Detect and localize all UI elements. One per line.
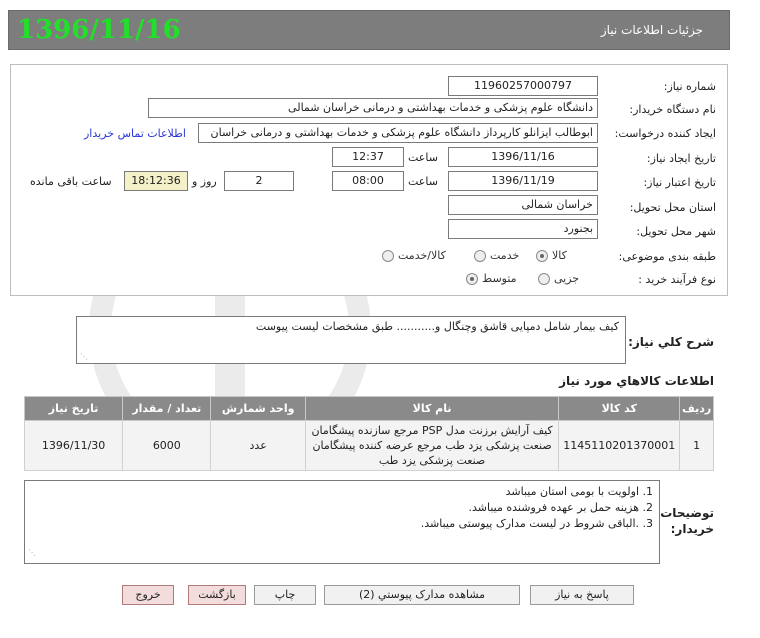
summary-text: کیف بیمار شامل دمپایی قاشق وچنگال و.....… bbox=[255, 320, 619, 333]
note-line: 3. .الباقی شروط در لیست مدارک پیوستی میب… bbox=[420, 517, 653, 530]
cell-name: کیف آرایش برزنت مدل PSP مرجع سازنده پیشگ… bbox=[304, 420, 560, 471]
back-button[interactable]: بازگشت bbox=[188, 585, 246, 605]
category-label: طبقه بندی موضوعی: bbox=[618, 250, 716, 263]
valid-date-field[interactable]: 1396/11/19 bbox=[448, 171, 598, 191]
radio-off-icon[interactable] bbox=[382, 249, 394, 262]
created-date-field[interactable]: 1396/11/16 bbox=[448, 147, 598, 167]
category-option-service-label: خدمت bbox=[490, 249, 520, 262]
process-label: نوع فرآیند خرید : bbox=[638, 273, 716, 286]
requester-field[interactable]: ابوطالب ایزانلو کارپرداز دانشگاه علوم پز… bbox=[198, 123, 598, 143]
items-header-row: رديف کد کالا نام کالا واحد شمارش تعداد /… bbox=[23, 396, 714, 421]
process-option-minor-label: جزیی bbox=[554, 272, 580, 285]
buyer-contact-link[interactable]: اطلاعات تماس خریدار bbox=[84, 127, 186, 140]
notes-label-line2: خریدار: bbox=[670, 522, 714, 536]
created-date-label: تاریخ ایجاد نیاز: bbox=[646, 152, 716, 165]
note-line: 2. هزینه حمل بر عهده فروشنده میباشد. bbox=[468, 501, 654, 514]
remaining-label: ساعت باقی مانده bbox=[30, 175, 112, 188]
print-button[interactable]: چاپ bbox=[254, 585, 316, 605]
buyer-label: نام دستگاه خریدار: bbox=[629, 103, 716, 116]
days-label: روز و bbox=[192, 175, 217, 188]
header-date: 1396/11/16 bbox=[17, 15, 181, 45]
resize-grip-icon[interactable]: ⋰ bbox=[28, 545, 36, 561]
table-row[interactable]: 1 1145110201370001 کیف آرایش برزنت مدل P… bbox=[23, 420, 714, 471]
radio-on-icon[interactable] bbox=[536, 249, 548, 262]
summary-label: شرح کلي نياز: bbox=[628, 335, 714, 349]
note-line: 1. اولویت با بومی استان میباشد bbox=[505, 485, 653, 498]
cell-qty: 6000 bbox=[122, 420, 212, 471]
cell-code: 1145110201370001 bbox=[558, 420, 681, 471]
items-table: رديف کد کالا نام کالا واحد شمارش تعداد /… bbox=[23, 396, 714, 471]
col-code: کد کالا bbox=[558, 396, 681, 421]
exit-button[interactable]: خروج bbox=[122, 585, 174, 605]
cell-unit: عدد bbox=[210, 420, 306, 471]
remaining-days-field[interactable]: 2 bbox=[224, 171, 294, 191]
need-number-field[interactable]: 11960257000797 bbox=[448, 76, 598, 96]
process-option-minor[interactable]: جزیی bbox=[538, 272, 579, 285]
cell-date: 1396/11/30 bbox=[23, 420, 124, 471]
created-time-label: ساعت bbox=[408, 151, 438, 164]
category-option-service[interactable]: خدمت bbox=[474, 249, 519, 262]
created-time-field[interactable]: 12:37 bbox=[332, 147, 404, 167]
col-date: تاريخ نياز bbox=[23, 396, 124, 421]
city-label: شهر محل تحویل: bbox=[636, 225, 716, 238]
page-title: جزئیات اطلاعات نیاز bbox=[600, 23, 703, 37]
view-attachments-button[interactable]: مشاهده مدارک پيوستي (2) bbox=[324, 585, 520, 605]
valid-date-label: تاریخ اعتبار نیاز: bbox=[643, 176, 716, 189]
col-index: رديف bbox=[679, 396, 714, 421]
buyer-field[interactable]: دانشگاه علوم پزشکی و خدمات بهداشتی و درم… bbox=[148, 98, 598, 118]
cell-index: 1 bbox=[679, 420, 714, 471]
reply-button[interactable]: پاسخ به نياز bbox=[530, 585, 634, 605]
category-option-goods-label: کالا bbox=[552, 249, 567, 262]
category-option-goods[interactable]: کالا bbox=[536, 249, 567, 262]
notes-label-line1: توضیحات bbox=[660, 506, 714, 520]
category-option-both-label: کالا/خدمت bbox=[398, 249, 446, 262]
remaining-time-field[interactable]: 18:12:36 bbox=[124, 171, 188, 191]
col-name: نام کالا bbox=[304, 396, 560, 421]
notes-textbox[interactable]: 1. اولویت با بومی استان میباشد 2. هزینه … bbox=[24, 480, 660, 564]
province-label: استان محل تحویل: bbox=[629, 201, 716, 214]
process-option-medium-label: متوسط bbox=[482, 272, 517, 285]
col-unit: واحد شمارش bbox=[210, 396, 306, 421]
requester-label: ایجاد کننده درخواست: bbox=[614, 127, 716, 140]
radio-on-icon[interactable] bbox=[466, 272, 478, 285]
radio-off-icon[interactable] bbox=[538, 272, 550, 285]
col-qty: تعداد / مقدار bbox=[122, 396, 212, 421]
resize-grip-icon[interactable]: ⋰ bbox=[80, 352, 88, 361]
category-option-both[interactable]: کالا/خدمت bbox=[382, 249, 446, 262]
radio-off-icon[interactable] bbox=[474, 249, 486, 262]
valid-time-field[interactable]: 08:00 bbox=[332, 171, 404, 191]
header-bar: جزئیات اطلاعات نیاز 1396/11/16 bbox=[8, 10, 730, 50]
valid-time-label: ساعت bbox=[408, 175, 438, 188]
city-field[interactable]: بجنورد bbox=[448, 219, 598, 239]
process-option-medium[interactable]: متوسط bbox=[466, 272, 517, 285]
province-field[interactable]: خراسان شمالی bbox=[448, 195, 598, 215]
items-title: اطلاعات کالاهاي مورد نياز bbox=[559, 374, 714, 388]
summary-textbox[interactable]: کیف بیمار شامل دمپایی قاشق وچنگال و.....… bbox=[76, 316, 626, 364]
need-number-label: شماره نیاز: bbox=[663, 80, 716, 93]
